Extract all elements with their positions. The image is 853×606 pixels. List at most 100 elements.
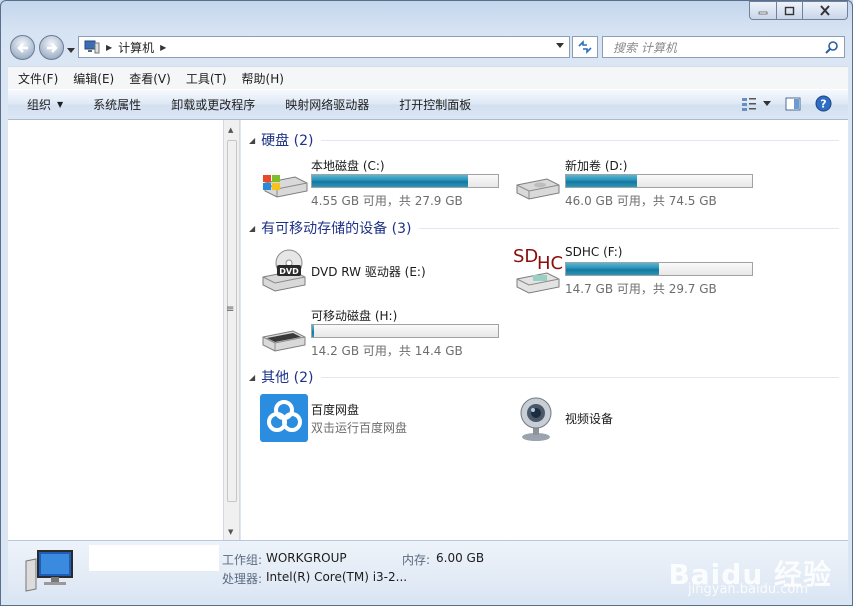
splitter-grip-icon[interactable]: ≡	[226, 304, 234, 315]
minimize-button[interactable]	[749, 1, 776, 20]
drive-usage-fill	[312, 325, 314, 337]
minimize-icon	[758, 11, 768, 14]
drive-name: 本地磁盘 (C:)	[311, 159, 385, 173]
back-button[interactable]	[10, 35, 35, 60]
drive-f[interactable]: SD HC SDHC (F:) 14.7 GB 可用，共 29.7 GB	[513, 245, 763, 296]
drive-free-space: 46.0 GB 可用，共 74.5 GB	[565, 194, 717, 208]
menu-bar: 文件(F) 编辑(E) 查看(V) 工具(T) 帮助(H)	[8, 66, 848, 89]
refresh-button[interactable]	[572, 36, 598, 58]
menu-view[interactable]: 查看(V)	[119, 70, 176, 87]
video-device-item[interactable]: 视频设备	[513, 393, 763, 443]
organize-label: 组织	[27, 98, 52, 112]
group-header-hard-disks[interactable]: ◢ 硬盘 (2)	[249, 130, 839, 150]
change-view-button[interactable]	[741, 97, 771, 111]
drive-usage-bar	[311, 174, 499, 188]
computer-name-box	[89, 545, 219, 571]
drive-name: DVD RW 驱动器 (E:)	[311, 265, 426, 279]
drive-name: 可移动磁盘 (H:)	[311, 309, 398, 323]
drive-free-space: 14.2 GB 可用，共 14.4 GB	[311, 344, 463, 358]
command-bar: 组织 ▼ 系统属性 卸载或更改程序 映射网络驱动器 打开控制面板 ?	[8, 89, 848, 120]
uninstall-program-button[interactable]: 卸载或更改程序	[156, 96, 270, 113]
hard-drive-icon	[516, 178, 560, 200]
group-header-removable[interactable]: ◢ 有可移动存储的设备 (3)	[249, 218, 839, 238]
svg-text:?: ?	[820, 98, 826, 111]
search-box[interactable]: 搜索 计算机	[602, 36, 845, 58]
workgroup-value: WORKGROUP	[266, 551, 347, 565]
group-title: 有可移动存储的设备 (3)	[261, 221, 412, 237]
scrollbar-thumb[interactable]	[227, 140, 237, 502]
open-control-panel-label: 打开控制面板	[399, 98, 472, 112]
drive-name: SDHC (F:)	[565, 245, 623, 259]
removable-disk-icon	[262, 330, 306, 352]
organize-button[interactable]: 组织 ▼	[8, 96, 78, 113]
svg-text:SD: SD	[513, 246, 538, 267]
memory-label: 内存:	[402, 553, 431, 567]
preview-pane-icon[interactable]	[785, 97, 801, 111]
forward-arrow-icon	[46, 42, 58, 53]
item-name: 百度网盘	[311, 403, 360, 417]
item-name: 视频设备	[565, 412, 614, 426]
divider	[321, 139, 839, 141]
forward-button[interactable]	[39, 35, 64, 60]
open-control-panel-button[interactable]: 打开控制面板	[384, 96, 486, 113]
breadcrumb-separator[interactable]: ▶	[106, 43, 112, 52]
group-header-other[interactable]: ◢ 其他 (2)	[249, 367, 839, 387]
menu-help[interactable]: 帮助(H)	[232, 70, 289, 87]
help-icon[interactable]: ?	[815, 95, 832, 112]
drive-usage-bar	[311, 324, 499, 338]
drive-free-space: 14.7 GB 可用，共 29.7 GB	[565, 282, 717, 296]
workgroup-label: 工作组:	[222, 553, 263, 567]
baidu-netdisk-icon	[260, 394, 308, 442]
content-pane: ◢ 硬盘 (2) 本地磁盘 (C:) 4.55 GB 可用，共 27.9 GB	[241, 120, 848, 540]
search-placeholder[interactable]: 搜索 计算机	[613, 39, 677, 56]
watermark-url: jingyan.baidu.com	[688, 582, 808, 597]
recent-pages-dropdown[interactable]	[67, 43, 75, 57]
maximize-icon	[784, 6, 795, 15]
menu-edit[interactable]: 编辑(E)	[63, 70, 119, 87]
webcam-icon	[520, 397, 552, 441]
drive-e[interactable]: DVD DVD RW 驱动器 (E:)	[259, 247, 509, 297]
drive-free-space: 4.55 GB 可用，共 27.9 GB	[311, 194, 463, 208]
breadcrumb-separator[interactable]: ▶	[160, 43, 166, 52]
scroll-up-icon[interactable]: ▲	[228, 126, 233, 134]
maximize-button[interactable]	[776, 1, 802, 20]
drive-c[interactable]: 本地磁盘 (C:) 4.55 GB 可用，共 27.9 GB	[259, 157, 509, 208]
system-properties-button[interactable]: 系统属性	[78, 96, 156, 113]
baidu-netdisk-item[interactable]: 百度网盘 双击运行百度网盘	[259, 393, 509, 443]
view-controls: ?	[741, 95, 832, 112]
menu-tools[interactable]: 工具(T)	[176, 70, 232, 87]
group-title: 硬盘 (2)	[261, 133, 314, 149]
drive-usage-fill	[312, 175, 469, 187]
search-icon[interactable]	[825, 40, 839, 54]
drive-usage-fill	[566, 263, 659, 275]
collapse-icon: ◢	[249, 135, 256, 145]
chevron-down-icon	[763, 100, 771, 106]
close-icon	[820, 5, 830, 16]
chevron-down-icon: ▼	[57, 100, 64, 109]
refresh-icon	[578, 40, 592, 54]
scroll-down-icon[interactable]: ▼	[228, 528, 233, 536]
divider	[419, 227, 839, 229]
back-arrow-icon	[16, 42, 28, 53]
computer-icon	[25, 550, 73, 592]
svg-text:HC: HC	[537, 253, 563, 274]
map-network-drive-button[interactable]: 映射网络驱动器	[270, 96, 384, 113]
drive-name: 新加卷 (D:)	[565, 159, 628, 173]
uninstall-program-label: 卸载或更改程序	[171, 98, 256, 112]
breadcrumb-computer[interactable]: 计算机	[118, 39, 154, 56]
collapse-icon: ◢	[249, 223, 256, 233]
menu-file[interactable]: 文件(F)	[8, 70, 63, 87]
item-description: 双击运行百度网盘	[311, 421, 408, 435]
view-options-icon	[742, 97, 756, 111]
drive-d[interactable]: 新加卷 (D:) 46.0 GB 可用，共 74.5 GB	[513, 157, 763, 208]
close-button[interactable]	[802, 1, 848, 20]
drive-usage-bar	[565, 262, 753, 276]
address-dropdown-icon[interactable]	[556, 43, 564, 49]
navigation-pane[interactable]	[8, 120, 224, 540]
drive-h[interactable]: 可移动磁盘 (H:) 14.2 GB 可用，共 14.4 GB	[259, 307, 509, 358]
system-properties-label: 系统属性	[93, 98, 142, 112]
caption-buttons	[749, 1, 848, 20]
address-bar[interactable]: ▶ 计算机 ▶	[78, 36, 570, 58]
navigation-pane-scrollbar[interactable]: ▲ ≡ ▼	[224, 120, 240, 540]
drive-usage-fill	[566, 175, 637, 187]
